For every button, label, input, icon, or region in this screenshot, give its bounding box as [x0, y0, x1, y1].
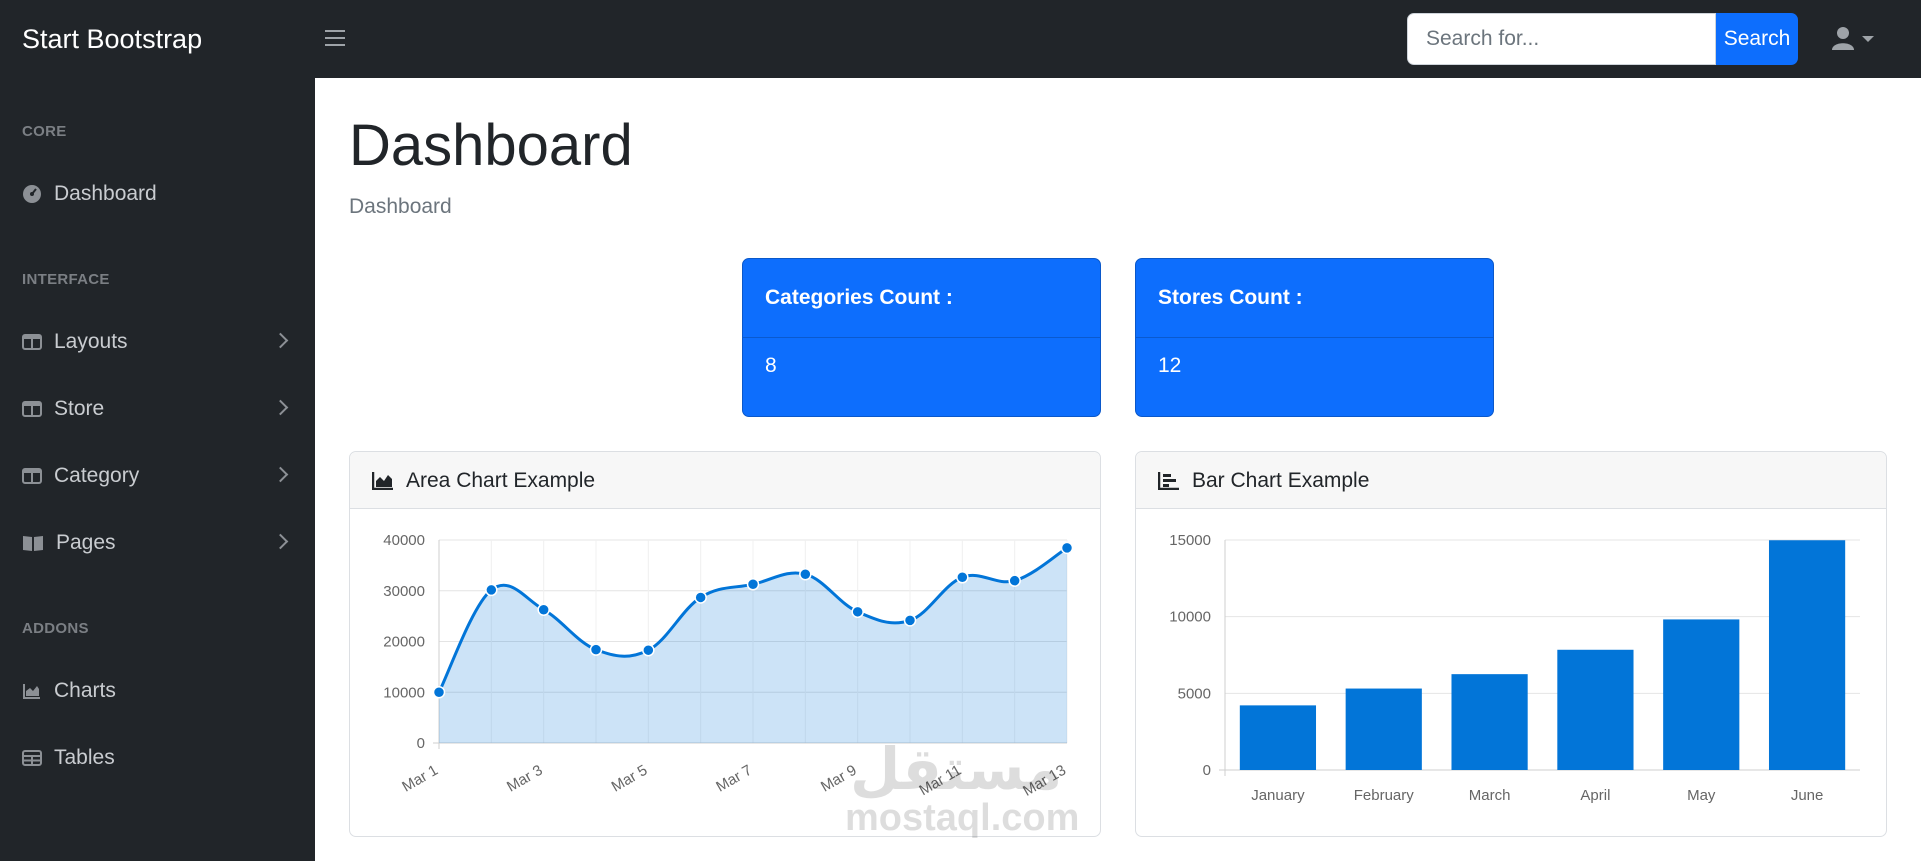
card-header: Bar Chart Example [1136, 452, 1886, 509]
columns-icon [22, 334, 42, 350]
user-icon [1832, 27, 1854, 50]
sidebar-item-store[interactable]: Store [0, 387, 315, 431]
chevron-right-icon [272, 466, 289, 483]
x-tick-label: February [1354, 787, 1415, 804]
sidebar-item-pages[interactable]: Pages [0, 521, 315, 565]
data-point [956, 571, 969, 584]
bar [1557, 649, 1634, 770]
card-title: Bar Chart Example [1192, 469, 1370, 492]
data-point [851, 605, 864, 619]
y-tick-label: 10000 [383, 684, 425, 701]
data-point [537, 603, 550, 616]
x-tick-label: April [1580, 787, 1610, 804]
stat-card-stores: Stores Count : 12 [1135, 258, 1494, 417]
card-header: Area Chart Example [350, 452, 1100, 509]
book-open-icon [23, 536, 43, 551]
y-tick-label: 20000 [383, 634, 425, 651]
data-point [746, 578, 760, 591]
chevron-down-icon [1862, 36, 1874, 42]
bar [1345, 688, 1422, 770]
bar-chart: 0 5000 10000 15000 January February March April… [1169, 532, 1860, 804]
breadcrumb: Dashboard [349, 195, 452, 218]
stat-card-label: Stores Count : [1136, 259, 1493, 338]
sidebar-item-tables[interactable]: Tables [0, 736, 315, 780]
top-navbar: Start Bootstrap Search [0, 0, 1921, 78]
chart-bar-icon [1158, 472, 1179, 490]
search-form: Search [1407, 13, 1798, 65]
y-tick-label: 10000 [1169, 609, 1211, 626]
y-tick-label: 5000 [1178, 685, 1211, 702]
page-title: Dashboard [349, 113, 633, 178]
sidebar-heading-interface: INTERFACE [22, 271, 110, 288]
sidebar-item-label: Pages [56, 531, 116, 554]
chart-area-icon [23, 684, 40, 699]
sidebar: CORE Dashboard INTERFACE Layouts Store C… [0, 78, 315, 861]
chart-area-icon [372, 472, 393, 490]
sidebar-item-label: Dashboard [54, 182, 157, 205]
data-point [1008, 574, 1021, 587]
user-menu-toggle[interactable] [1832, 26, 1876, 52]
sidebar-item-category[interactable]: Category [0, 454, 315, 498]
chevron-right-icon [272, 399, 289, 416]
x-tick-label: Mar 3 [504, 762, 546, 796]
sidebar-item-label: Tables [54, 746, 115, 769]
columns-icon [22, 468, 42, 484]
tachometer-icon [23, 185, 41, 203]
search-button[interactable]: Search [1716, 13, 1798, 65]
data-point [432, 686, 446, 699]
sidebar-item-charts[interactable]: Charts [0, 669, 315, 713]
x-tick-label: Mar 5 [609, 762, 651, 796]
x-tick-label: June [1791, 787, 1824, 804]
chevron-right-icon [272, 533, 289, 550]
stat-card-label: Categories Count : [743, 259, 1100, 338]
x-tick-label: January [1251, 787, 1305, 804]
chevron-right-icon [272, 332, 289, 349]
stat-card-value: 12 [1158, 354, 1182, 377]
y-tick-label: 30000 [383, 583, 425, 600]
data-point [694, 591, 707, 604]
data-point [589, 643, 603, 656]
sidebar-item-dashboard[interactable]: Dashboard [0, 172, 315, 216]
data-point [642, 643, 655, 657]
bar [1768, 540, 1846, 770]
bar-chart-card: Bar Chart Example 0 5000 10000 15000 January… [1135, 451, 1887, 837]
brand-link[interactable]: Start Bootstrap [22, 24, 202, 55]
sidebar-heading-core: CORE [22, 123, 67, 140]
bar [1451, 674, 1528, 770]
y-tick-label: 15000 [1169, 532, 1211, 549]
data-point [485, 583, 498, 597]
sidebar-item-label: Store [54, 397, 105, 420]
sidebar-item-layouts[interactable]: Layouts [0, 320, 315, 364]
data-point [1060, 541, 1074, 555]
stat-card-categories: Categories Count : 8 [742, 258, 1101, 417]
y-tick-label: 0 [1203, 762, 1211, 779]
y-tick-label: 0 [417, 735, 425, 752]
sidebar-item-label: Category [54, 464, 140, 487]
stat-card-value: 8 [765, 354, 777, 377]
data-point [903, 614, 917, 627]
bar [1663, 619, 1740, 770]
sidebar-item-label: Layouts [54, 330, 128, 353]
bar [1239, 705, 1317, 770]
columns-icon [22, 401, 42, 417]
sidebar-item-label: Charts [54, 679, 116, 702]
x-tick-label: May [1687, 787, 1716, 804]
watermark: مستقل mostaql.com [845, 735, 1079, 845]
search-input[interactable] [1407, 13, 1716, 65]
data-point [799, 567, 812, 581]
card-title: Area Chart Example [406, 469, 596, 492]
x-tick-label: Mar 1 [399, 762, 441, 796]
watermark-latin: mostaql.com [845, 797, 1080, 839]
table-icon [22, 750, 42, 766]
watermark-arabic: مستقل [850, 735, 1063, 803]
y-tick-label: 40000 [383, 532, 425, 549]
sidebar-heading-addons: ADDONS [22, 620, 89, 637]
sidebar-toggle-icon[interactable] [325, 25, 345, 49]
x-tick-label: Mar 7 [713, 762, 755, 796]
x-tick-label: March [1469, 787, 1511, 804]
